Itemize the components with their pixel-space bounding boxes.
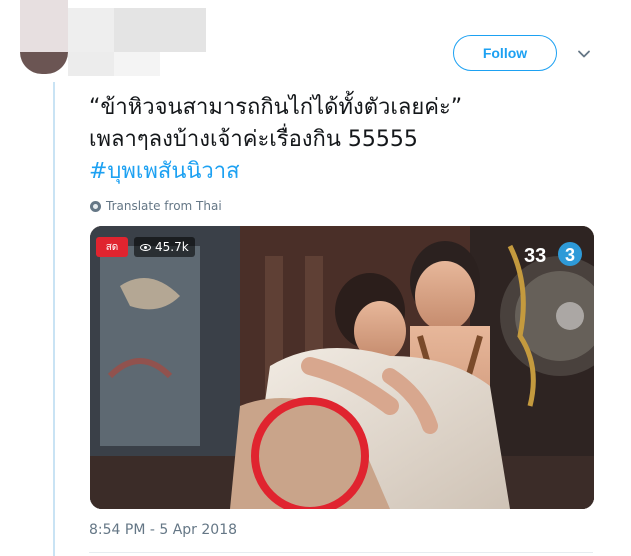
divider [89,552,593,553]
thread-line [53,82,55,556]
eye-icon [140,243,151,251]
svg-text:3: 3 [565,245,575,265]
tweet-media[interactable]: สด 45.7k 33 3 [90,226,594,509]
chevron-down-icon[interactable] [576,46,592,62]
avatar-blur-tile [20,52,68,74]
svg-text:33: 33 [524,245,546,267]
video-frame [90,226,594,509]
view-counter: 45.7k [134,237,195,257]
media-control[interactable] [556,302,584,330]
tweet-timestamp[interactable]: 8:54 PM - 5 Apr 2018 [89,522,237,538]
channel-logo-icon: 33 3 [524,242,582,267]
live-badge: สด [96,237,128,257]
globe-icon [90,200,101,212]
translate-label: Translate from Thai [106,199,222,213]
follow-button[interactable]: Follow [453,35,557,71]
view-count: 45.7k [155,240,189,254]
avatar-blur-tile [68,8,114,52]
avatar-blur-tile [114,8,206,52]
tweet-text: “ข้าหิวจนสามารถกินไก่ได้ทั้งตัวเลยค่ะ” เ… [89,92,589,188]
avatar-blur-tile [114,52,160,76]
hashtag-link[interactable]: #บุพเพสันนิวาส [89,156,589,188]
tweet-text-line: เพลาๆลงบ้างเจ้าค่ะเรื่องกิน 55555 [89,127,418,152]
translate-link[interactable]: Translate from Thai [90,199,222,213]
avatar-blur-tile [20,0,68,52]
avatar[interactable] [20,0,206,76]
avatar-blur-tile [68,52,114,76]
tweet-text-line: “ข้าหิวจนสามารถกินไก่ได้ทั้งตัวเลยค่ะ” [89,95,463,120]
